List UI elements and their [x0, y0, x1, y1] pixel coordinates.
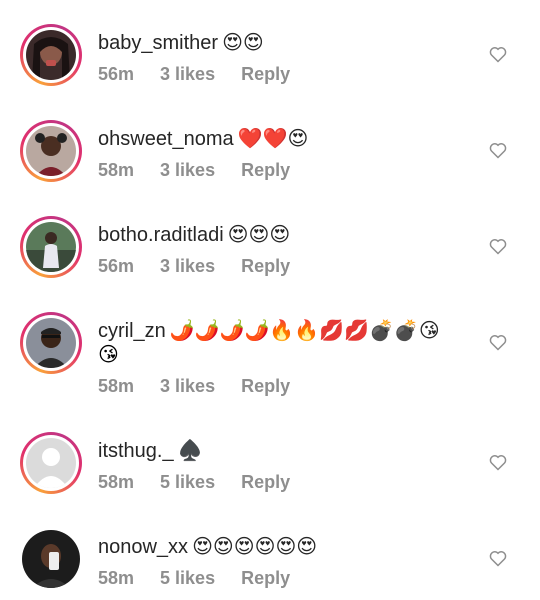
comment-username[interactable]: baby_smither 😍😍	[98, 30, 264, 55]
reply-button[interactable]: Reply	[241, 256, 290, 276]
comment-text: 🌶️🌶️🌶️🌶️🔥🔥💋💋💣💣😘	[169, 318, 440, 342]
comment-text: 😍😍	[222, 30, 264, 54]
comment-meta: 58m 3 likes Reply	[98, 376, 316, 397]
reply-button[interactable]: Reply	[241, 472, 290, 492]
reply-button[interactable]: Reply	[241, 64, 290, 84]
comment-time: 58m	[98, 472, 135, 492]
avatar[interactable]	[26, 126, 76, 176]
avatar[interactable]	[26, 30, 76, 80]
comment-time: 58m	[98, 160, 135, 180]
like-count[interactable]: 3 likes	[160, 256, 215, 276]
story-ring[interactable]	[20, 24, 82, 86]
comment-time: 58m	[98, 376, 135, 396]
comment-text: ♠️	[177, 438, 203, 462]
heart-outline-icon[interactable]	[488, 236, 508, 256]
story-ring[interactable]	[20, 216, 82, 278]
avatar-frame[interactable]	[20, 528, 82, 590]
heart-outline-icon[interactable]	[488, 332, 508, 352]
comment-username[interactable]: cyril_zn 🌶️🌶️🌶️🌶️🔥🔥💋💋💣💣😘	[98, 318, 440, 343]
story-ring[interactable]	[20, 432, 82, 494]
heart-outline-icon[interactable]	[488, 452, 508, 472]
comment-username[interactable]: ohsweet_noma ❤️❤️😍	[98, 126, 308, 151]
avatar[interactable]	[26, 318, 76, 368]
reply-button[interactable]: Reply	[241, 160, 290, 180]
avatar[interactable]	[22, 530, 80, 588]
like-count[interactable]: 3 likes	[160, 376, 215, 396]
reply-button[interactable]: Reply	[241, 376, 290, 396]
comment-username[interactable]: itsthug._ ♠️	[98, 438, 203, 463]
avatar[interactable]	[26, 222, 76, 272]
comment-text: ❤️❤️😍	[237, 126, 309, 150]
comment-text-continued: 😘	[98, 342, 119, 366]
comment-meta: 58m 5 likes Reply	[98, 568, 316, 589]
comment-username[interactable]: nonow_xx 😍😍😍😍😍😍	[98, 534, 317, 559]
comment-meta: 58m 3 likes Reply	[98, 160, 316, 181]
comment-meta: 58m 5 likes Reply	[98, 472, 316, 493]
like-count[interactable]: 3 likes	[160, 160, 215, 180]
default-avatar[interactable]	[26, 438, 76, 488]
story-ring[interactable]	[20, 312, 82, 374]
like-count[interactable]: 3 likes	[160, 64, 215, 84]
comment-meta: 56m 3 likes Reply	[98, 256, 316, 277]
like-count[interactable]: 5 likes	[160, 472, 215, 492]
comment-text: 😍😍😍	[227, 222, 291, 246]
comment-meta: 56m 3 likes Reply	[98, 64, 316, 85]
comment-text: 😍😍😍😍😍😍	[192, 534, 318, 558]
story-ring[interactable]	[20, 120, 82, 182]
comment-time: 56m	[98, 256, 135, 276]
comment-username[interactable]: botho.raditladi 😍😍😍	[98, 222, 290, 247]
comment-time: 56m	[98, 64, 135, 84]
heart-outline-icon[interactable]	[488, 44, 508, 64]
reply-button[interactable]: Reply	[241, 568, 290, 588]
comment-time: 58m	[98, 568, 135, 588]
heart-outline-icon[interactable]	[488, 140, 508, 160]
heart-outline-icon[interactable]	[488, 548, 508, 568]
like-count[interactable]: 5 likes	[160, 568, 215, 588]
